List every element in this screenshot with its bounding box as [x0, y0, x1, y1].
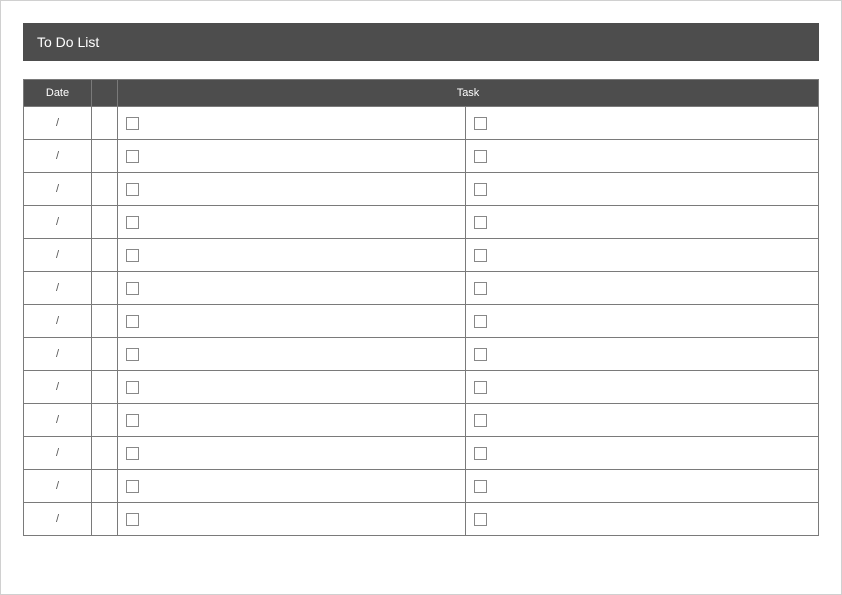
date-cell[interactable]: / — [24, 239, 92, 272]
task-cell-right[interactable] — [466, 107, 819, 140]
header-spacer — [92, 80, 118, 107]
checkbox-icon[interactable] — [474, 282, 487, 295]
todo-table-container: Date Task ///////////// — [23, 79, 819, 536]
task-cell-left[interactable] — [118, 503, 466, 536]
spacer-cell — [92, 206, 118, 239]
table-row: / — [24, 371, 819, 404]
task-cell-left[interactable] — [118, 206, 466, 239]
task-cell-left[interactable] — [118, 173, 466, 206]
spacer-cell — [92, 107, 118, 140]
date-cell[interactable]: / — [24, 173, 92, 206]
task-cell-left[interactable] — [118, 371, 466, 404]
checkbox-icon[interactable] — [474, 216, 487, 229]
spacer-cell — [92, 272, 118, 305]
page-title: To Do List — [23, 23, 819, 61]
checkbox-icon[interactable] — [474, 249, 487, 262]
checkbox-icon[interactable] — [126, 117, 139, 130]
task-cell-right[interactable] — [466, 206, 819, 239]
checkbox-icon[interactable] — [474, 150, 487, 163]
date-cell[interactable]: / — [24, 404, 92, 437]
checkbox-icon[interactable] — [126, 480, 139, 493]
checkbox-icon[interactable] — [474, 348, 487, 361]
checkbox-icon[interactable] — [126, 315, 139, 328]
checkbox-icon[interactable] — [474, 414, 487, 427]
table-row: / — [24, 239, 819, 272]
table-row: / — [24, 470, 819, 503]
checkbox-icon[interactable] — [126, 348, 139, 361]
task-cell-right[interactable] — [466, 404, 819, 437]
todo-table: Date Task ///////////// — [23, 79, 819, 536]
task-cell-left[interactable] — [118, 470, 466, 503]
spacer-cell — [92, 305, 118, 338]
task-cell-right[interactable] — [466, 371, 819, 404]
date-cell[interactable]: / — [24, 437, 92, 470]
table-row: / — [24, 338, 819, 371]
task-cell-right[interactable] — [466, 470, 819, 503]
task-cell-left[interactable] — [118, 239, 466, 272]
task-cell-right[interactable] — [466, 305, 819, 338]
task-cell-left[interactable] — [118, 338, 466, 371]
checkbox-icon[interactable] — [474, 513, 487, 526]
spacer-cell — [92, 371, 118, 404]
date-cell[interactable]: / — [24, 140, 92, 173]
task-cell-right[interactable] — [466, 239, 819, 272]
task-cell-right[interactable] — [466, 437, 819, 470]
spacer-cell — [92, 404, 118, 437]
table-row: / — [24, 305, 819, 338]
checkbox-icon[interactable] — [474, 447, 487, 460]
checkbox-icon[interactable] — [474, 315, 487, 328]
task-cell-right[interactable] — [466, 338, 819, 371]
checkbox-icon[interactable] — [474, 480, 487, 493]
date-cell[interactable]: / — [24, 107, 92, 140]
task-cell-left[interactable] — [118, 140, 466, 173]
date-cell[interactable]: / — [24, 371, 92, 404]
checkbox-icon[interactable] — [126, 513, 139, 526]
table-row: / — [24, 404, 819, 437]
table-row: / — [24, 140, 819, 173]
task-cell-right[interactable] — [466, 503, 819, 536]
checkbox-icon[interactable] — [126, 447, 139, 460]
checkbox-icon[interactable] — [126, 150, 139, 163]
date-cell[interactable]: / — [24, 206, 92, 239]
spacer-cell — [92, 140, 118, 173]
table-row: / — [24, 437, 819, 470]
table-row: / — [24, 107, 819, 140]
spacer-cell — [92, 173, 118, 206]
checkbox-icon[interactable] — [474, 117, 487, 130]
date-cell[interactable]: / — [24, 338, 92, 371]
spacer-cell — [92, 503, 118, 536]
task-cell-left[interactable] — [118, 437, 466, 470]
date-cell[interactable]: / — [24, 305, 92, 338]
task-cell-right[interactable] — [466, 140, 819, 173]
table-row: / — [24, 173, 819, 206]
task-cell-left[interactable] — [118, 404, 466, 437]
date-cell[interactable]: / — [24, 503, 92, 536]
checkbox-icon[interactable] — [126, 183, 139, 196]
spacer-cell — [92, 437, 118, 470]
task-cell-left[interactable] — [118, 305, 466, 338]
task-cell-right[interactable] — [466, 173, 819, 206]
table-header-row: Date Task — [24, 80, 819, 107]
checkbox-icon[interactable] — [126, 216, 139, 229]
checkbox-icon[interactable] — [126, 414, 139, 427]
checkbox-icon[interactable] — [126, 381, 139, 394]
checkbox-icon[interactable] — [474, 183, 487, 196]
task-cell-right[interactable] — [466, 272, 819, 305]
task-cell-left[interactable] — [118, 272, 466, 305]
spacer-cell — [92, 338, 118, 371]
checkbox-icon[interactable] — [474, 381, 487, 394]
header-task: Task — [118, 80, 819, 107]
document-page: To Do List Date Task ///////////// — [0, 0, 842, 595]
date-cell[interactable]: / — [24, 272, 92, 305]
spacer-cell — [92, 470, 118, 503]
date-cell[interactable]: / — [24, 470, 92, 503]
table-row: / — [24, 206, 819, 239]
checkbox-icon[interactable] — [126, 282, 139, 295]
spacer-cell — [92, 239, 118, 272]
checkbox-icon[interactable] — [126, 249, 139, 262]
table-row: / — [24, 272, 819, 305]
header-date: Date — [24, 80, 92, 107]
table-row: / — [24, 503, 819, 536]
task-cell-left[interactable] — [118, 107, 466, 140]
